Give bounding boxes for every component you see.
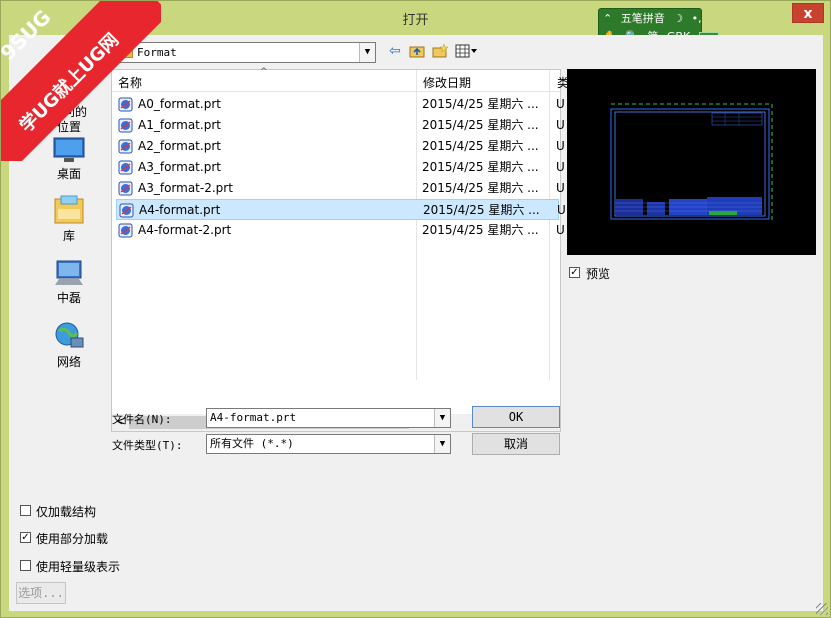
- load-structure-checkbox[interactable]: [20, 505, 31, 516]
- nx-part-file-icon: [119, 203, 134, 218]
- file-date: 2015/4/25 星期六 ...: [422, 160, 539, 174]
- ime-punct-icon[interactable]: •,: [692, 12, 702, 25]
- view-menu-icon[interactable]: [455, 44, 479, 58]
- file-row[interactable]: A4-format-2.prt 2015/4/25 星期六 ... U: [116, 220, 565, 241]
- file-type: U: [556, 118, 565, 132]
- file-name: A4-format.prt: [139, 203, 221, 217]
- chevron-down-icon[interactable]: ▼: [434, 435, 450, 453]
- filetype-label: 文件类型(T):: [112, 439, 183, 452]
- close-button[interactable]: x: [792, 3, 824, 23]
- filename-value: A4-format.prt: [210, 411, 297, 424]
- filename-label: 文件名(N):: [112, 413, 172, 426]
- back-arrow-icon[interactable]: ⇦: [389, 44, 401, 58]
- place-label: 中磊: [56, 291, 81, 305]
- partial-load-checkbox[interactable]: ✓: [20, 532, 31, 543]
- file-type: U: [556, 97, 565, 111]
- file-name: A4-format-2.prt: [138, 223, 232, 237]
- place-library[interactable]: 库: [39, 195, 99, 244]
- ime-mode-label[interactable]: 五笔拼音: [621, 12, 665, 25]
- place-network[interactable]: 网络: [39, 321, 99, 370]
- file-row[interactable]: A3_format.prt 2015/4/25 星期六 ... U: [116, 157, 565, 178]
- file-row[interactable]: A4-format.prt 2015/4/25 星期六 ... U: [116, 199, 566, 220]
- preview-checkbox[interactable]: ✓: [569, 267, 580, 278]
- nx-part-file-icon: [118, 223, 133, 238]
- load-structure-label: 仅加载结构: [36, 505, 97, 519]
- ime-moon-icon[interactable]: ☽: [673, 12, 683, 25]
- network-icon: [55, 322, 84, 348]
- lightweight-label: 使用轻量级表示: [36, 560, 121, 574]
- sort-up-icon: ^: [260, 67, 268, 77]
- cancel-button[interactable]: 取消: [472, 433, 560, 455]
- ime-row-top: ⌃ 五笔拼音 ☽ •,: [603, 10, 707, 27]
- file-date: 2015/4/25 星期六 ...: [422, 118, 539, 132]
- library-icon: [54, 195, 84, 224]
- preview-pane: [567, 69, 816, 255]
- chevron-down-icon[interactable]: ▼: [434, 409, 450, 427]
- filetype-select[interactable]: 所有文件 (*.*) ▼: [206, 434, 451, 454]
- new-folder-icon[interactable]: [432, 44, 448, 58]
- file-type: U: [556, 181, 565, 195]
- file-type: U: [556, 160, 565, 174]
- chevron-down-icon[interactable]: ▼: [359, 43, 375, 62]
- up-folder-icon[interactable]: [409, 44, 425, 58]
- filename-input[interactable]: A4-format.prt ▼: [206, 408, 451, 428]
- file-date: 2015/4/25 星期六 ...: [423, 203, 540, 217]
- drawing-format-preview: [610, 103, 773, 221]
- ok-button[interactable]: OK: [472, 406, 560, 428]
- options-button[interactable]: 选项...: [16, 582, 66, 604]
- place-label: 桌面: [56, 167, 81, 181]
- preview-label: 预览: [586, 267, 611, 281]
- filetype-value: 所有文件 (*.*): [210, 437, 294, 450]
- file-row[interactable]: A1_format.prt 2015/4/25 星期六 ... U: [116, 115, 565, 136]
- file-type: U: [556, 139, 565, 153]
- file-row[interactable]: A0_format.prt 2015/4/25 星期六 ... U: [116, 94, 565, 115]
- file-date: 2015/4/25 星期六 ...: [422, 97, 539, 111]
- file-list[interactable]: 名称 ^ 修改日期 类 A0_format.prt 2015/4/25 星期六 .…: [111, 67, 569, 432]
- column-header-date[interactable]: 修改日期: [423, 74, 471, 91]
- file-date: 2015/4/25 星期六 ...: [422, 139, 539, 153]
- computer-icon: [55, 260, 83, 285]
- file-row[interactable]: A3_format-2.prt 2015/4/25 星期六 ... U: [116, 178, 565, 199]
- file-row[interactable]: A2_format.prt 2015/4/25 星期六 ... U: [116, 136, 565, 157]
- file-type: U: [556, 223, 565, 237]
- file-name: A3_format-2.prt: [138, 181, 233, 195]
- place-label: 库: [62, 229, 75, 243]
- lightweight-checkbox[interactable]: [20, 560, 31, 571]
- file-date: 2015/4/25 星期六 ...: [422, 181, 539, 195]
- file-date: 2015/4/25 星期六 ...: [422, 223, 539, 237]
- place-computer[interactable]: 中磊: [39, 259, 99, 306]
- site-watermark: 9SUG 学UG就上UG网: [1, 1, 161, 161]
- nx-part-file-icon: [118, 160, 133, 175]
- partial-load-label: 使用部分加载: [36, 532, 109, 546]
- open-dialog: 打开 x ⌃ 五笔拼音 ☽ •, ✋ 🔍 简 GBK 访问的位置: [0, 0, 831, 618]
- ime-collapse-icon[interactable]: ⌃: [603, 12, 612, 25]
- nx-part-file-icon: [118, 181, 133, 196]
- place-label: 网络: [56, 355, 81, 369]
- resize-grip[interactable]: [816, 603, 828, 615]
- file-type: U: [557, 203, 566, 217]
- list-header: 名称 ^ 修改日期 类: [112, 67, 569, 92]
